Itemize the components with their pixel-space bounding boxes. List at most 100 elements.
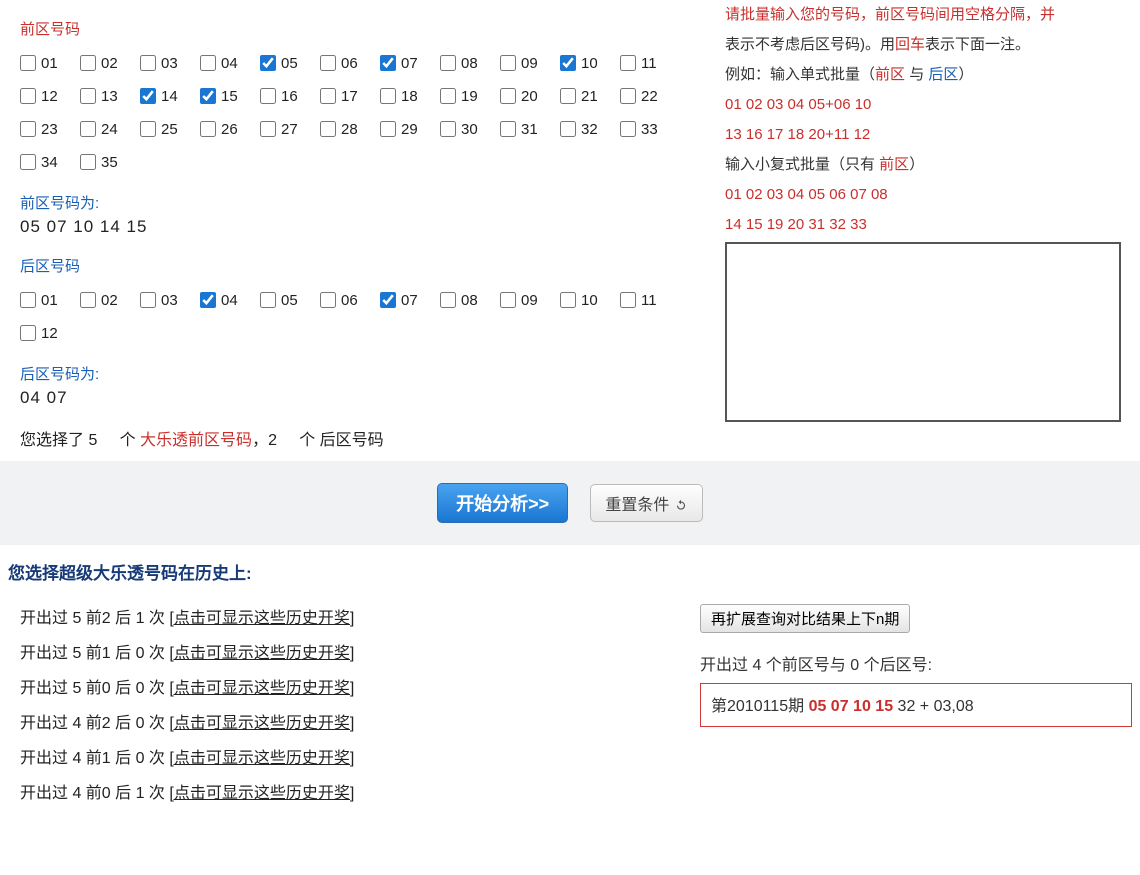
front-cell-18[interactable]: 18: [380, 80, 432, 112]
front-checkbox-05[interactable]: [260, 55, 276, 71]
back-checkbox-11[interactable]: [620, 292, 636, 308]
front-cell-35[interactable]: 35: [80, 146, 132, 178]
front-checkbox-28[interactable]: [320, 121, 336, 137]
back-checkbox-08[interactable]: [440, 292, 456, 308]
front-checkbox-03[interactable]: [140, 55, 156, 71]
front-cell-32[interactable]: 32: [560, 113, 612, 145]
front-checkbox-06[interactable]: [320, 55, 336, 71]
back-checkbox-12[interactable]: [20, 325, 36, 341]
back-cell-09[interactable]: 09: [500, 284, 552, 316]
front-cell-30[interactable]: 30: [440, 113, 492, 145]
front-cell-14[interactable]: 14: [140, 80, 192, 112]
history-link-0[interactable]: [点击可显示这些历史开奖]: [169, 610, 354, 627]
front-cell-05[interactable]: 05: [260, 47, 312, 79]
front-checkbox-35[interactable]: [80, 154, 96, 170]
back-checkbox-07[interactable]: [380, 292, 396, 308]
back-checkbox-01[interactable]: [20, 292, 36, 308]
back-checkbox-09[interactable]: [500, 292, 516, 308]
front-checkbox-02[interactable]: [80, 55, 96, 71]
front-cell-27[interactable]: 27: [260, 113, 312, 145]
front-checkbox-34[interactable]: [20, 154, 36, 170]
front-cell-08[interactable]: 08: [440, 47, 492, 79]
front-cell-31[interactable]: 31: [500, 113, 552, 145]
front-checkbox-31[interactable]: [500, 121, 516, 137]
front-checkbox-33[interactable]: [620, 121, 636, 137]
batch-input-textarea[interactable]: [725, 242, 1121, 422]
front-checkbox-29[interactable]: [380, 121, 396, 137]
front-checkbox-01[interactable]: [20, 55, 36, 71]
front-cell-11[interactable]: 11: [620, 47, 672, 79]
front-checkbox-18[interactable]: [380, 88, 396, 104]
analyze-button[interactable]: 开始分析>>: [437, 483, 568, 523]
back-cell-12[interactable]: 12: [20, 317, 72, 349]
front-cell-10[interactable]: 10: [560, 47, 612, 79]
front-cell-13[interactable]: 13: [80, 80, 132, 112]
back-cell-05[interactable]: 05: [260, 284, 312, 316]
front-checkbox-11[interactable]: [620, 55, 636, 71]
front-checkbox-32[interactable]: [560, 121, 576, 137]
front-checkbox-21[interactable]: [560, 88, 576, 104]
back-cell-06[interactable]: 06: [320, 284, 372, 316]
front-cell-19[interactable]: 19: [440, 80, 492, 112]
front-checkbox-12[interactable]: [20, 88, 36, 104]
back-checkbox-03[interactable]: [140, 292, 156, 308]
front-checkbox-10[interactable]: [560, 55, 576, 71]
front-cell-34[interactable]: 34: [20, 146, 72, 178]
front-checkbox-17[interactable]: [320, 88, 336, 104]
back-cell-07[interactable]: 07: [380, 284, 432, 316]
extend-button[interactable]: 再扩展查询对比结果上下n期: [700, 604, 910, 633]
back-cell-10[interactable]: 10: [560, 284, 612, 316]
front-cell-22[interactable]: 22: [620, 80, 672, 112]
front-checkbox-30[interactable]: [440, 121, 456, 137]
front-checkbox-25[interactable]: [140, 121, 156, 137]
front-checkbox-20[interactable]: [500, 88, 516, 104]
front-checkbox-27[interactable]: [260, 121, 276, 137]
front-checkbox-09[interactable]: [500, 55, 516, 71]
back-checkbox-04[interactable]: [200, 292, 216, 308]
front-checkbox-08[interactable]: [440, 55, 456, 71]
front-checkbox-23[interactable]: [20, 121, 36, 137]
history-link-2[interactable]: [点击可显示这些历史开奖]: [169, 680, 354, 697]
front-cell-17[interactable]: 17: [320, 80, 372, 112]
front-checkbox-04[interactable]: [200, 55, 216, 71]
front-cell-21[interactable]: 21: [560, 80, 612, 112]
history-link-1[interactable]: [点击可显示这些历史开奖]: [169, 645, 354, 662]
front-cell-07[interactable]: 07: [380, 47, 432, 79]
back-checkbox-05[interactable]: [260, 292, 276, 308]
back-cell-08[interactable]: 08: [440, 284, 492, 316]
front-cell-02[interactable]: 02: [80, 47, 132, 79]
front-cell-01[interactable]: 01: [20, 47, 72, 79]
front-checkbox-14[interactable]: [140, 88, 156, 104]
front-cell-12[interactable]: 12: [20, 80, 72, 112]
back-cell-02[interactable]: 02: [80, 284, 132, 316]
front-cell-23[interactable]: 23: [20, 113, 72, 145]
back-cell-11[interactable]: 11: [620, 284, 672, 316]
front-checkbox-26[interactable]: [200, 121, 216, 137]
front-checkbox-22[interactable]: [620, 88, 636, 104]
back-cell-04[interactable]: 04: [200, 284, 252, 316]
reset-button[interactable]: 重置条件: [590, 484, 702, 522]
back-cell-01[interactable]: 01: [20, 284, 72, 316]
front-cell-24[interactable]: 24: [80, 113, 132, 145]
front-cell-26[interactable]: 26: [200, 113, 252, 145]
history-link-3[interactable]: [点击可显示这些历史开奖]: [169, 715, 354, 732]
front-cell-03[interactable]: 03: [140, 47, 192, 79]
front-cell-29[interactable]: 29: [380, 113, 432, 145]
front-cell-15[interactable]: 15: [200, 80, 252, 112]
back-checkbox-06[interactable]: [320, 292, 336, 308]
front-cell-20[interactable]: 20: [500, 80, 552, 112]
back-checkbox-02[interactable]: [80, 292, 96, 308]
history-link-4[interactable]: [点击可显示这些历史开奖]: [169, 750, 354, 767]
front-cell-28[interactable]: 28: [320, 113, 372, 145]
back-cell-03[interactable]: 03: [140, 284, 192, 316]
front-checkbox-13[interactable]: [80, 88, 96, 104]
front-cell-25[interactable]: 25: [140, 113, 192, 145]
front-cell-33[interactable]: 33: [620, 113, 672, 145]
back-checkbox-10[interactable]: [560, 292, 576, 308]
front-checkbox-16[interactable]: [260, 88, 276, 104]
history-link-5[interactable]: [点击可显示这些历史开奖]: [169, 785, 354, 802]
front-cell-06[interactable]: 06: [320, 47, 372, 79]
front-cell-09[interactable]: 09: [500, 47, 552, 79]
front-checkbox-07[interactable]: [380, 55, 396, 71]
front-checkbox-19[interactable]: [440, 88, 456, 104]
